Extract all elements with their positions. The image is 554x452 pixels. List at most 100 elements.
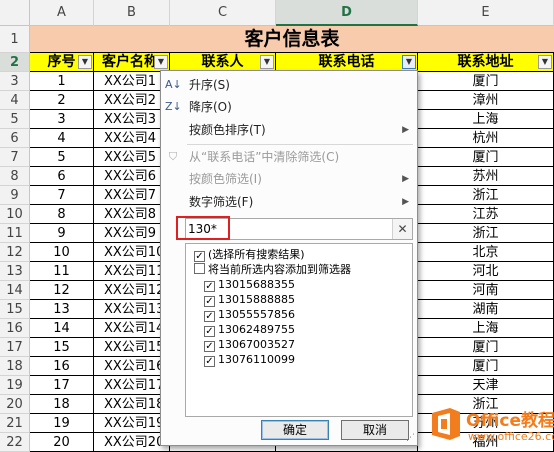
column-header-e[interactable]: E (418, 0, 554, 26)
row-header[interactable]: 10 (0, 205, 30, 224)
cell-address[interactable]: 浙江 (418, 186, 554, 205)
row-header[interactable]: 19 (0, 376, 30, 395)
cell-company[interactable]: XX公司7 (94, 186, 170, 205)
column-header-d[interactable]: D (276, 0, 418, 26)
filter-dropdown-phone[interactable]: ▼ (402, 55, 416, 69)
filter-dropdown-contact[interactable]: ▼ (260, 55, 274, 69)
row-header[interactable]: 18 (0, 357, 30, 376)
checkbox-checked-icon[interactable]: ✓ (194, 251, 205, 262)
cell-company[interactable]: XX公司9 (94, 224, 170, 243)
ok-button[interactable]: 确定 (261, 420, 329, 440)
filter-list-item[interactable]: ✓ (选择所有搜索结果) (194, 248, 305, 262)
filter-list-item[interactable]: 将当前所选内容添加到筛选器 (194, 263, 351, 277)
row-header[interactable]: 16 (0, 319, 30, 338)
row-header[interactable]: 14 (0, 281, 30, 300)
row-header[interactable]: 20 (0, 395, 30, 414)
checkbox-checked-icon[interactable]: ✓ (204, 281, 215, 292)
cell-address[interactable]: 北京 (418, 243, 554, 262)
cell-company[interactable]: XX公司18 (94, 395, 170, 414)
cell-address[interactable]: 江苏 (418, 205, 554, 224)
cell-seq[interactable]: 20 (30, 433, 94, 452)
checkbox-checked-icon[interactable]: ✓ (204, 356, 215, 367)
cell-address[interactable]: 杭州 (418, 129, 554, 148)
cell-company[interactable]: XX公司15 (94, 338, 170, 357)
cell-seq[interactable]: 9 (30, 224, 94, 243)
checkbox-checked-icon[interactable]: ✓ (204, 326, 215, 337)
filter-list-item[interactable]: ✓ 13015688355 (204, 278, 295, 292)
checkbox-checked-icon[interactable]: ✓ (204, 311, 215, 322)
checkbox-checked-icon[interactable]: ✓ (204, 296, 215, 307)
menu-number-filter[interactable]: 数字筛选(F) ▶ (161, 191, 417, 213)
cell-seq[interactable]: 7 (30, 186, 94, 205)
cell-address[interactable]: 苏州 (418, 167, 554, 186)
header-seq[interactable]: 序号 ▼ (30, 53, 94, 72)
row-header[interactable]: 17 (0, 338, 30, 357)
cell-company[interactable]: XX公司10 (94, 243, 170, 262)
cell-company[interactable]: XX公司20 (94, 433, 170, 452)
cell-seq[interactable]: 16 (30, 357, 94, 376)
filter-list-item[interactable]: ✓ 13076110099 (204, 353, 295, 367)
row-header[interactable]: 4 (0, 91, 30, 110)
row-header[interactable]: 11 (0, 224, 30, 243)
cell-company[interactable]: XX公司19 (94, 414, 170, 433)
checkbox-checked-icon[interactable]: ✓ (204, 341, 215, 352)
cell-seq[interactable]: 1 (30, 72, 94, 91)
menu-clear-filter[interactable]: ⛉ 从“联系电话”中清除筛选(C) (161, 146, 417, 168)
header-address[interactable]: 联系地址 ▼ (418, 53, 554, 72)
cell-company[interactable]: XX公司6 (94, 167, 170, 186)
cell-seq[interactable]: 4 (30, 129, 94, 148)
column-header-c[interactable]: C (170, 0, 276, 26)
row-header[interactable]: 21 (0, 414, 30, 433)
resize-grip-icon[interactable]: ⋰ (406, 433, 415, 443)
row-header[interactable]: 5 (0, 110, 30, 129)
menu-sort-desc[interactable]: Z↓ 降序(O) (161, 96, 417, 118)
menu-filter-by-color[interactable]: 按颜色筛选(I) ▶ (161, 168, 417, 190)
cell-seq[interactable]: 11 (30, 262, 94, 281)
row-header[interactable]: 13 (0, 262, 30, 281)
cell-address[interactable]: 河北 (418, 262, 554, 281)
row-header[interactable]: 3 (0, 72, 30, 91)
cell-seq[interactable]: 13 (30, 300, 94, 319)
cell-seq[interactable]: 19 (30, 414, 94, 433)
cell-address[interactable]: 上海 (418, 319, 554, 338)
cell-address[interactable]: 天津 (418, 376, 554, 395)
cell-company[interactable]: XX公司14 (94, 319, 170, 338)
cell-address[interactable]: 厦门 (418, 72, 554, 91)
cell-company[interactable]: XX公司17 (94, 376, 170, 395)
cell-address[interactable]: 漳州 (418, 91, 554, 110)
cell-seq[interactable]: 5 (30, 148, 94, 167)
filter-list-item[interactable]: ✓ 13015888885 (204, 293, 295, 307)
row-header[interactable]: 1 (0, 26, 30, 53)
row-header[interactable]: 2 (0, 53, 30, 72)
row-header[interactable]: 8 (0, 167, 30, 186)
cell-company[interactable]: XX公司4 (94, 129, 170, 148)
cell-address[interactable]: 厦门 (418, 148, 554, 167)
filter-dropdown-address[interactable]: ▼ (538, 55, 552, 69)
cell-address[interactable]: 湖南 (418, 300, 554, 319)
filter-list-item[interactable]: ✓ 13062489755 (204, 323, 295, 337)
cell-seq[interactable]: 15 (30, 338, 94, 357)
cell-company[interactable]: XX公司13 (94, 300, 170, 319)
filter-dropdown-seq[interactable]: ▼ (78, 55, 92, 69)
row-header[interactable]: 6 (0, 129, 30, 148)
cell-seq[interactable]: 10 (30, 243, 94, 262)
row-header[interactable]: 22 (0, 433, 30, 452)
menu-sort-asc[interactable]: A↓ 升序(S) (161, 74, 417, 96)
cell-seq[interactable]: 3 (30, 110, 94, 129)
cell-address[interactable]: 上海 (418, 110, 554, 129)
cell-company[interactable]: XX公司11 (94, 262, 170, 281)
row-header[interactable]: 7 (0, 148, 30, 167)
cell-address[interactable]: 厦门 (418, 338, 554, 357)
column-header-b[interactable]: B (94, 0, 170, 26)
filter-list-item[interactable]: ✓ 13055557856 (204, 308, 295, 322)
cell-company[interactable]: XX公司16 (94, 357, 170, 376)
cell-seq[interactable]: 17 (30, 376, 94, 395)
cell-address[interactable]: 浙江 (418, 224, 554, 243)
cell-company[interactable]: XX公司5 (94, 148, 170, 167)
cell-seq[interactable]: 18 (30, 395, 94, 414)
header-company[interactable]: 客户名称 ▼ (94, 53, 170, 72)
cell-company[interactable]: XX公司1 (94, 72, 170, 91)
menu-sort-by-color[interactable]: 按颜色排序(T) ▶ (161, 119, 417, 141)
cell-address[interactable]: 厦门 (418, 357, 554, 376)
cell-seq[interactable]: 6 (30, 167, 94, 186)
